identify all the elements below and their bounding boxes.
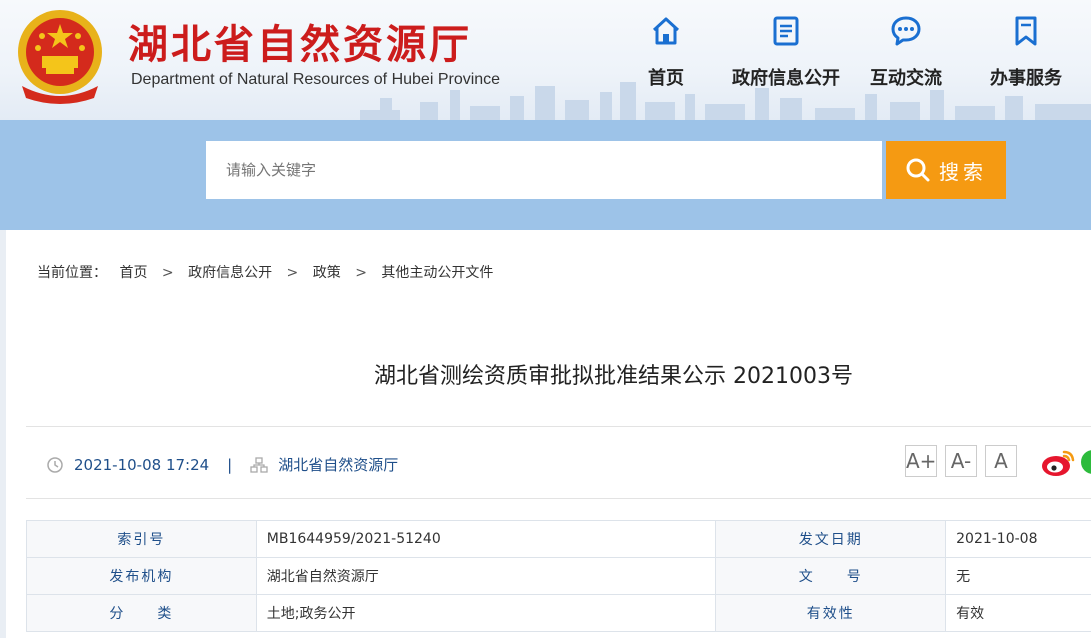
table-row: 发布机构 湖北省自然资源厅 文 号 无: [26, 557, 1091, 595]
table-row: 索引号 MB1644959/2021-51240 发文日期 2021-10-08: [26, 520, 1091, 558]
document-icon: [773, 16, 799, 46]
site-header: 湖北省自然资源厅 Department of Natural Resources…: [0, 0, 1091, 120]
nav-item-home[interactable]: 首页: [601, 14, 731, 90]
publish-datetime: 2021-10-08 17:24: [74, 455, 210, 474]
breadcrumb-prefix: 当前位置：: [37, 265, 107, 281]
breadcrumb-item-policy[interactable]: 政策: [313, 262, 341, 282]
wechat-share-icon[interactable]: [1081, 450, 1091, 474]
issue-date-label: 发文日期: [715, 520, 947, 558]
article-source: 湖北省自然资源厅: [278, 456, 399, 474]
home-icon: [652, 17, 680, 45]
nav-item-services[interactable]: 办事服务: [961, 14, 1091, 90]
publisher-value: 湖北省自然资源厅: [255, 557, 717, 595]
category-value: 土地;政务公开: [255, 594, 717, 632]
table-row: 分 类 土地;政务公开 有效性 有效: [26, 594, 1091, 632]
index-number-label: 索引号: [26, 520, 257, 558]
publisher-label: 发布机构: [26, 557, 257, 595]
font-reset-button[interactable]: A: [985, 445, 1017, 477]
breadcrumb-item-home[interactable]: 首页: [119, 262, 147, 282]
index-number-value: MB1644959/2021-51240: [255, 520, 717, 558]
nav-item-label: 办事服务: [990, 68, 1062, 89]
weibo-share-icon[interactable]: [1040, 448, 1076, 478]
search-button[interactable]: 搜索: [886, 141, 1006, 199]
chat-icon: [891, 16, 921, 46]
divider: [26, 426, 1091, 427]
nav-item-government-info[interactable]: 政府信息公开: [721, 14, 851, 90]
breadcrumb-separator: >: [355, 265, 367, 281]
organization-icon: [250, 456, 268, 473]
divider: [26, 498, 1091, 499]
category-label: 分 类: [26, 594, 257, 632]
national-emblem-icon: [18, 10, 102, 104]
nav-item-interaction[interactable]: 互动交流: [841, 14, 971, 90]
breadcrumb-separator: >: [286, 265, 299, 281]
bookmark-icon: [1015, 16, 1037, 46]
validity-value: 有效: [945, 594, 1091, 632]
nav-item-label: 首页: [648, 68, 684, 89]
meta-divider: |: [227, 455, 233, 474]
document-number-value: 无: [945, 557, 1091, 595]
site-title: 湖北省自然资源厅: [128, 21, 472, 68]
breadcrumb-separator: >: [161, 265, 174, 281]
main-content: 当前位置： 首页 > 政府信息公开 > 政策 > 其他主动公开文件 湖北省测绘资…: [6, 230, 1091, 638]
article-meta: 2021-10-08 17:24 | 湖北省自然资源厅: [46, 454, 398, 475]
article-title: 湖北省测绘资质审批拟批准结果公示 2021003号: [374, 364, 853, 389]
validity-label: 有效性: [715, 594, 947, 632]
clock-icon: [47, 456, 63, 473]
issue-date-value: 2021-10-08: [945, 520, 1091, 558]
search-icon: [906, 158, 930, 182]
font-decrease-button[interactable]: A-: [945, 445, 977, 477]
search-input[interactable]: [206, 141, 882, 199]
font-increase-button[interactable]: A+: [905, 445, 937, 477]
site-subtitle: Department of Natural Resources of Hubei…: [131, 71, 501, 88]
breadcrumb-item-other-files[interactable]: 其他主动公开文件: [381, 262, 493, 282]
document-number-label: 文 号: [715, 557, 947, 595]
document-info-table: 索引号 MB1644959/2021-51240 发文日期 2021-10-08…: [26, 520, 1091, 632]
breadcrumb-item-government-info[interactable]: 政府信息公开: [188, 262, 272, 282]
breadcrumb: 当前位置： 首页 > 政府信息公开 > 政策 > 其他主动公开文件: [37, 262, 493, 282]
nav-item-label: 政府信息公开: [732, 68, 840, 89]
search-button-label: 搜索: [939, 159, 987, 184]
nav-item-label: 互动交流: [870, 68, 942, 89]
